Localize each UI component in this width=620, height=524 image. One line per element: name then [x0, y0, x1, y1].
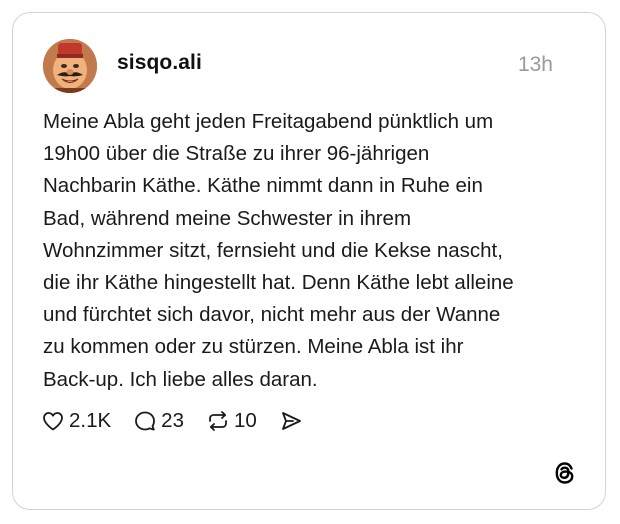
- like-count: 2.1K: [69, 409, 112, 432]
- avatar[interactable]: [43, 39, 97, 93]
- send-paper-plane-icon: [281, 412, 301, 430]
- repost-arrows-icon: [209, 411, 227, 431]
- post-card: sisqo.ali 13h Meine Abla geht jeden Frei…: [12, 12, 606, 510]
- username[interactable]: sisqo.ali: [117, 51, 202, 75]
- share-button[interactable]: [279, 409, 303, 433]
- repost-count: 10: [233, 409, 257, 432]
- like-button[interactable]: 2.1K: [41, 409, 111, 433]
- heart-outline-icon: [43, 412, 63, 431]
- speech-bubble-icon: [135, 411, 156, 431]
- reply-button[interactable]: 23: [133, 409, 184, 433]
- threads-logo-icon[interactable]: [551, 459, 579, 487]
- post-actions-bar: 2.1K 23 10: [41, 408, 303, 434]
- repost-button[interactable]: 10: [206, 409, 257, 433]
- avatar-man-with-fez-icon: [43, 39, 97, 93]
- post-body-text: Meine Abla geht jeden Freitagabend pünkt…: [43, 110, 514, 391]
- reply-count: 23: [161, 409, 184, 432]
- post-timestamp: 13h: [517, 53, 553, 76]
